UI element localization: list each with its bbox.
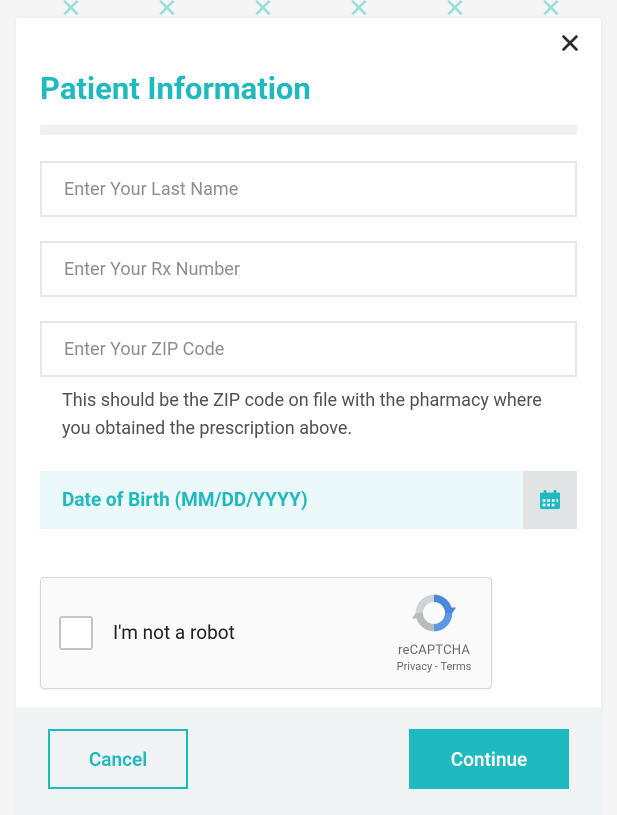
dob-group [40, 471, 577, 529]
patient-info-modal: Patient Information This should be the Z… [16, 18, 601, 815]
modal-footer: Cancel Continue [16, 707, 601, 815]
last-name-input[interactable] [40, 161, 577, 217]
recaptcha-links[interactable]: Privacy - Terms [391, 660, 477, 674]
continue-button[interactable]: Continue [409, 729, 569, 789]
zip-code-input[interactable] [40, 321, 577, 377]
close-button[interactable] [559, 32, 583, 56]
modal-body: Patient Information This should be the Z… [16, 18, 601, 707]
calendar-button[interactable] [523, 471, 577, 529]
zip-hint-text: This should be the ZIP code on file with… [40, 387, 577, 443]
cancel-button[interactable]: Cancel [48, 729, 188, 789]
page-title: Patient Information [40, 70, 577, 107]
recaptcha-icon [412, 591, 456, 635]
recaptcha-checkbox[interactable] [59, 616, 93, 650]
rx-number-input[interactable] [40, 241, 577, 297]
progress-bar [40, 125, 577, 135]
zip-group: This should be the ZIP code on file with… [40, 321, 577, 443]
calendar-icon [539, 490, 561, 510]
close-icon [559, 32, 581, 54]
recaptcha-brand: reCAPTCHA [391, 643, 477, 660]
recaptcha-widget: I'm not a robot reCAPTCHA Privacy - Term… [40, 577, 492, 689]
recaptcha-badge: reCAPTCHA Privacy - Terms [391, 591, 477, 675]
recaptcha-label: I'm not a robot [113, 621, 391, 644]
dob-input[interactable] [40, 471, 523, 529]
